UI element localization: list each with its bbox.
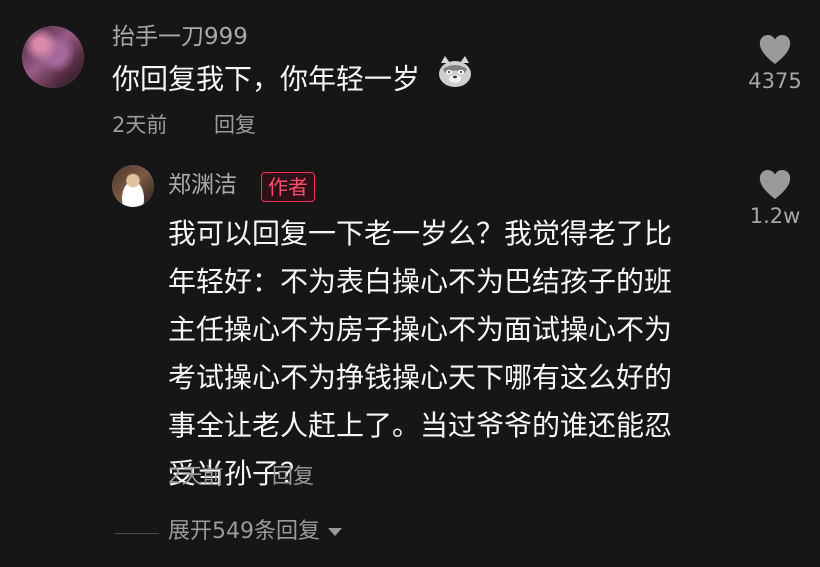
- avatar-top-commenter[interactable]: [22, 26, 84, 88]
- expand-divider: [115, 533, 159, 534]
- top-comment-text-content: 你回复我下，你年轻一岁: [112, 62, 421, 96]
- top-comment-like-count: 4375: [748, 69, 802, 93]
- expand-replies-button[interactable]: 展开549条回复: [168, 518, 342, 546]
- reply-comment-text: 我可以回复一下老一岁么？我觉得老了比 年轻好：不为表白操心不为巴结孩子的班 主任…: [168, 210, 728, 498]
- reply-comment-username[interactable]: 郑渊洁: [168, 170, 237, 200]
- top-comment-username[interactable]: 抬手一刀999: [112, 22, 248, 52]
- top-comment-time: 2天前: [112, 113, 168, 137]
- heart-icon: [759, 170, 791, 199]
- avatar-author[interactable]: [112, 165, 154, 207]
- reply-text-line: 事全让老人赶上了。当过爷爷的谁还能忍: [168, 409, 673, 442]
- top-comment-reply-button[interactable]: 回复: [214, 112, 256, 138]
- reply-comment-time: 2天前: [168, 464, 224, 488]
- reply-comment-like-count: 1.2w: [749, 204, 801, 228]
- top-comment-like-button[interactable]: 4375: [730, 34, 820, 94]
- reply-text-line: 年轻好：不为表白操心不为巴结孩子的班: [168, 265, 673, 298]
- reply-comment-reply-button[interactable]: 回复: [272, 463, 314, 489]
- reply-text-line: 主任操心不为房子操心不为面试操心不为: [168, 313, 673, 346]
- reply-text-line: 考试操心不为挣钱操心天下哪有这么好的: [168, 361, 673, 394]
- top-comment-text: 你回复我下，你年轻一岁: [112, 55, 475, 106]
- author-badge: 作者: [261, 172, 315, 202]
- expand-replies-label: 展开549条回复: [168, 519, 320, 544]
- caret-down-icon: [328, 528, 342, 536]
- reply-comment-like-button[interactable]: 1.2w: [730, 169, 820, 229]
- wolf-face-icon: [435, 55, 475, 106]
- reply-text-line: 我可以回复一下老一岁么？我觉得老了比: [168, 217, 673, 250]
- reply-text-line: 受当孙子？: [168, 457, 309, 490]
- heart-icon: [759, 35, 791, 64]
